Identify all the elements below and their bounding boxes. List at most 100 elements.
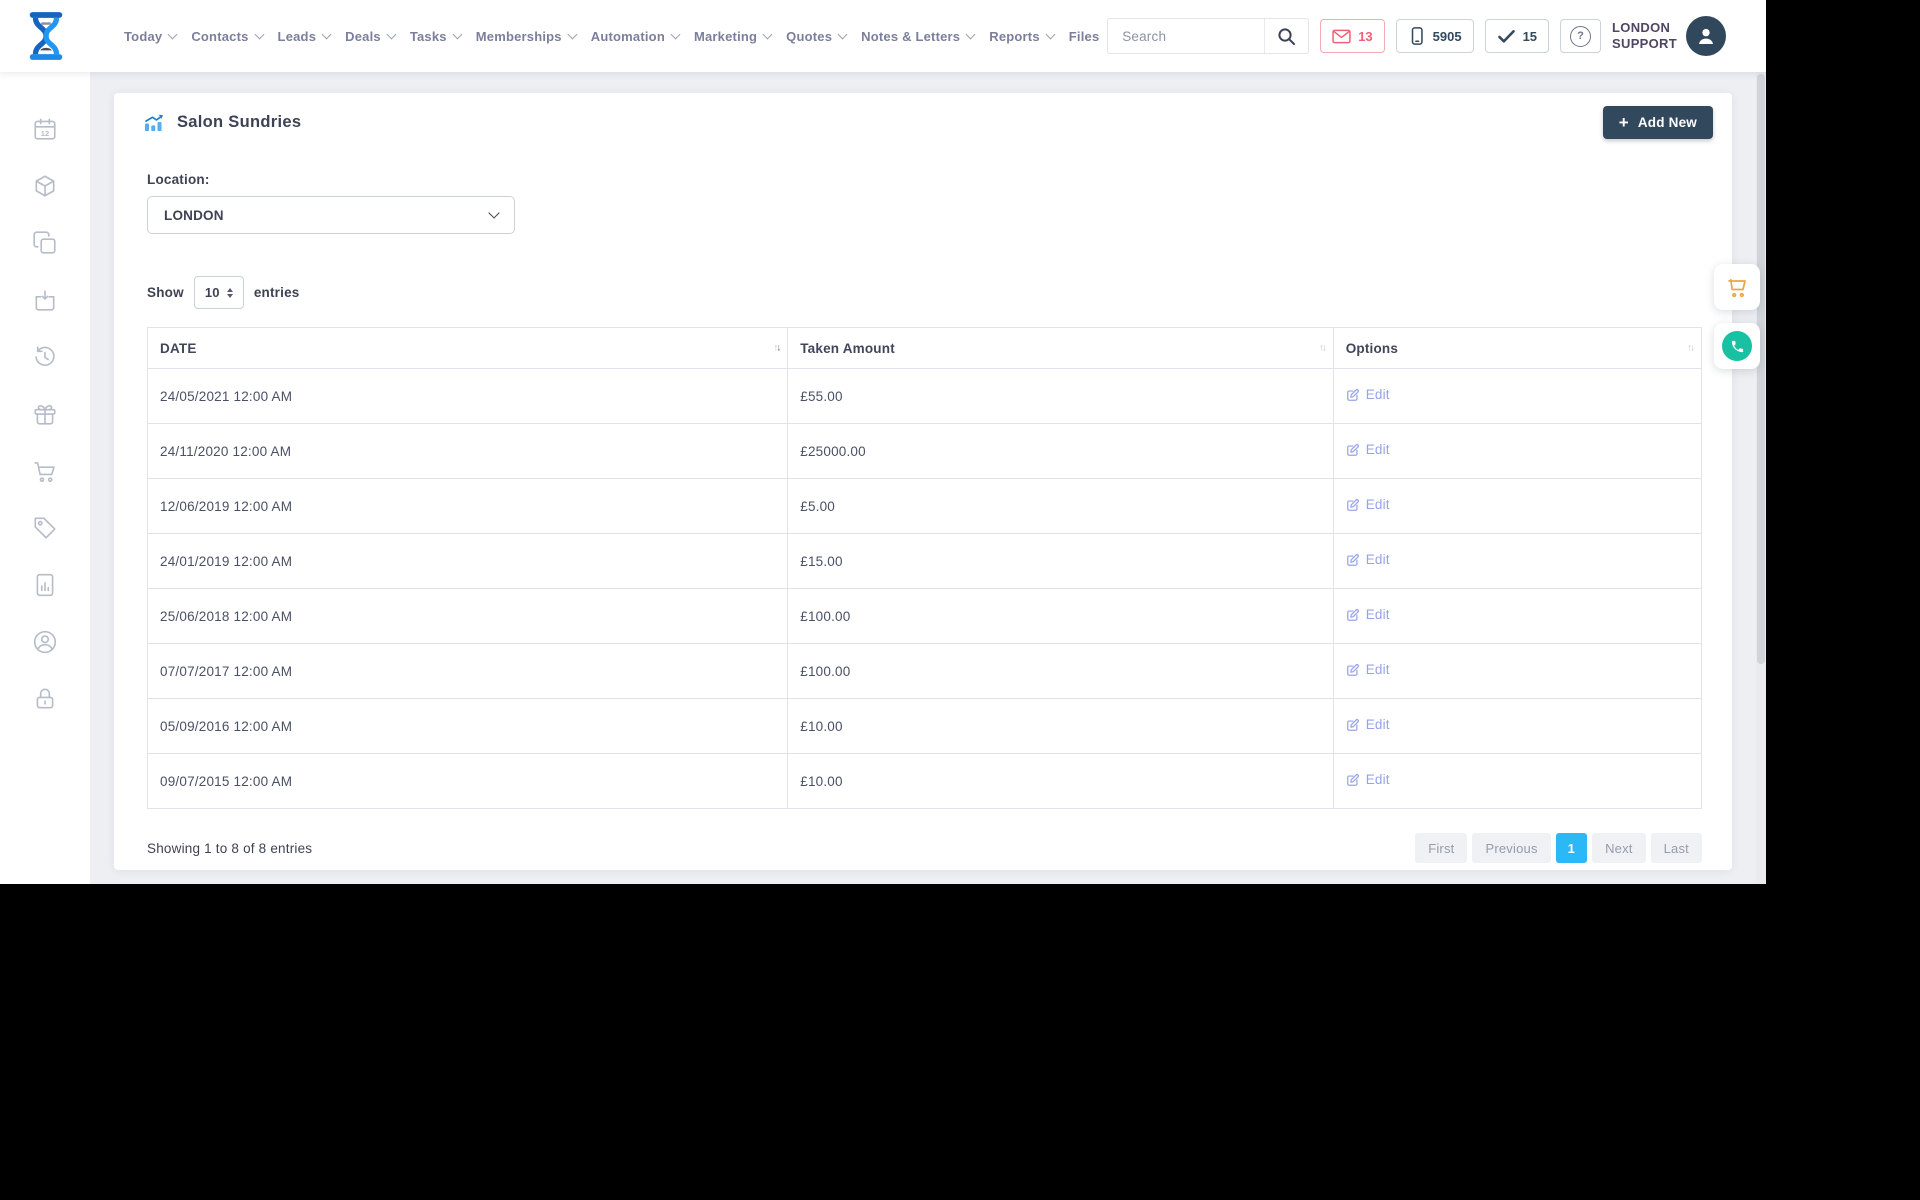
show-label: Show [147, 285, 184, 300]
help-button[interactable]: ? [1560, 19, 1602, 53]
messages-button[interactable]: 13 [1320, 19, 1385, 53]
nav-files[interactable]: Files [1069, 29, 1100, 44]
chevron-down-icon [488, 207, 500, 219]
options-cell: Edit [1332, 478, 1703, 534]
edit-link[interactable]: Edit [1346, 387, 1390, 402]
entries-summary: Showing 1 to 8 of 8 entries [147, 840, 313, 856]
edit-icon [1346, 388, 1359, 401]
nav-reports[interactable]: Reports [989, 29, 1056, 44]
pagination-last[interactable]: Last [1650, 833, 1702, 863]
tasks-count: 15 [1522, 28, 1538, 44]
plus-icon: + [1618, 112, 1629, 132]
sidebar-item-reports[interactable] [32, 572, 58, 598]
search-input[interactable] [1108, 28, 1265, 44]
nav-leads[interactable]: Leads [278, 29, 332, 44]
main-nav: Today Contacts Leads Deals Tasks Members… [124, 29, 1099, 44]
location-filter: Location: LONDON [147, 172, 1732, 234]
column-header-taken-amount[interactable]: Taken Amount ↑↓ [787, 327, 1334, 369]
nav-memberships[interactable]: Memberships [476, 29, 578, 44]
edit-link[interactable]: Edit [1346, 552, 1390, 567]
salon-sundries-card: Salon Sundries + Add New Location: LONDO… [114, 93, 1732, 870]
edit-icon [1346, 443, 1359, 456]
pagination-next[interactable]: Next [1592, 833, 1646, 863]
chart-icon [145, 114, 163, 132]
pagination-page-1[interactable]: 1 [1555, 833, 1588, 863]
nav-deals[interactable]: Deals [345, 29, 397, 44]
options-cell: Edit [1332, 368, 1703, 424]
quick-phone-button[interactable] [1714, 323, 1760, 369]
edit-link[interactable]: Edit [1346, 497, 1390, 512]
sidebar-item-history[interactable] [32, 344, 58, 370]
scrollbar-thumb[interactable] [1757, 74, 1765, 664]
sidebar-item-tags[interactable] [32, 515, 58, 541]
brand-logo[interactable] [24, 9, 70, 63]
sidebar-item-calendar[interactable]: 12 [32, 116, 58, 142]
nav-marketing[interactable]: Marketing [694, 29, 773, 44]
date-cell: 05/09/2016 12:00 AM [146, 698, 789, 754]
sidebar-item-account[interactable] [32, 629, 58, 655]
edit-link[interactable]: Edit [1346, 662, 1390, 677]
page-length-value: 10 [204, 285, 220, 300]
add-new-button[interactable]: + Add New [1602, 106, 1713, 139]
sort-icon: ↑↓ [1687, 342, 1695, 354]
table-row: 24/01/2019 12:00 AM £15.00 Edit [146, 533, 1703, 589]
nav-quotes[interactable]: Quotes [786, 29, 848, 44]
lock-icon [36, 688, 54, 709]
sidebar-item-products[interactable] [32, 173, 58, 199]
location-select[interactable]: LONDON [147, 196, 515, 234]
column-header-options[interactable]: Options ↑↓ [1332, 327, 1703, 369]
amount-cell: £10.00 [787, 698, 1334, 754]
user-menu[interactable]: LONDON SUPPORT [1612, 16, 1726, 56]
calls-button[interactable]: 5905 [1395, 19, 1474, 53]
entries-label: entries [253, 285, 300, 300]
search-icon[interactable] [1264, 19, 1308, 53]
options-cell: Edit [1332, 698, 1703, 754]
scrollbar[interactable] [1756, 72, 1766, 884]
date-cell: 07/07/2017 12:00 AM [146, 643, 789, 699]
nav-today[interactable]: Today [124, 29, 178, 44]
pagination-first[interactable]: First [1415, 833, 1468, 863]
edit-link[interactable]: Edit [1346, 442, 1390, 457]
question-icon: ? [1570, 25, 1592, 47]
chevron-down-icon [567, 29, 578, 39]
page-length-control: Show 10 entries [147, 276, 1732, 309]
table-row: 05/09/2016 12:00 AM £10.00 Edit [146, 698, 1703, 754]
pagination-previous[interactable]: Previous [1472, 833, 1551, 863]
package-icon [35, 175, 55, 197]
cart-icon [1728, 278, 1746, 298]
sort-icon: ↑↓ [773, 342, 781, 354]
options-cell: Edit [1332, 753, 1703, 809]
amount-cell: £25000.00 [787, 423, 1334, 479]
search-box [1107, 18, 1310, 54]
nav-contacts[interactable]: Contacts [191, 29, 264, 44]
stepper-icon [226, 287, 233, 298]
edit-link[interactable]: Edit [1346, 772, 1390, 787]
amount-cell: £10.00 [787, 753, 1334, 809]
envelope-icon [1332, 29, 1351, 43]
nav-tasks[interactable]: Tasks [410, 29, 463, 44]
edit-link[interactable]: Edit [1346, 607, 1390, 622]
sidebar-item-lock[interactable] [32, 686, 58, 712]
app-window: Today Contacts Leads Deals Tasks Members… [0, 0, 1766, 884]
column-header-date[interactable]: DATE ↑↓ [146, 327, 789, 369]
tasks-button[interactable]: 15 [1484, 19, 1550, 53]
page-title: Salon Sundries [177, 113, 302, 131]
table-row: 24/05/2021 12:00 AM £55.00 Edit [146, 368, 1703, 424]
sidebar-item-gifts[interactable] [32, 401, 58, 427]
sidebar-item-clone[interactable] [32, 230, 58, 256]
location-selected-value: LONDON [164, 207, 224, 223]
nav-notes-letters[interactable]: Notes & Letters [861, 29, 976, 44]
sidebar-item-basket[interactable] [32, 287, 58, 313]
edit-icon [1346, 498, 1359, 511]
sidebar-item-cart[interactable] [32, 458, 58, 484]
avatar[interactable] [1686, 16, 1726, 56]
amount-cell: £100.00 [787, 643, 1334, 699]
check-icon [1497, 30, 1515, 43]
location-label: Location: [147, 172, 210, 187]
options-cell: Edit [1332, 588, 1703, 644]
nav-automation[interactable]: Automation [591, 29, 681, 44]
page-length-select[interactable]: 10 [193, 276, 244, 309]
edit-link[interactable]: Edit [1346, 717, 1390, 732]
account-icon [33, 630, 57, 654]
quick-cart-button[interactable] [1714, 264, 1760, 310]
